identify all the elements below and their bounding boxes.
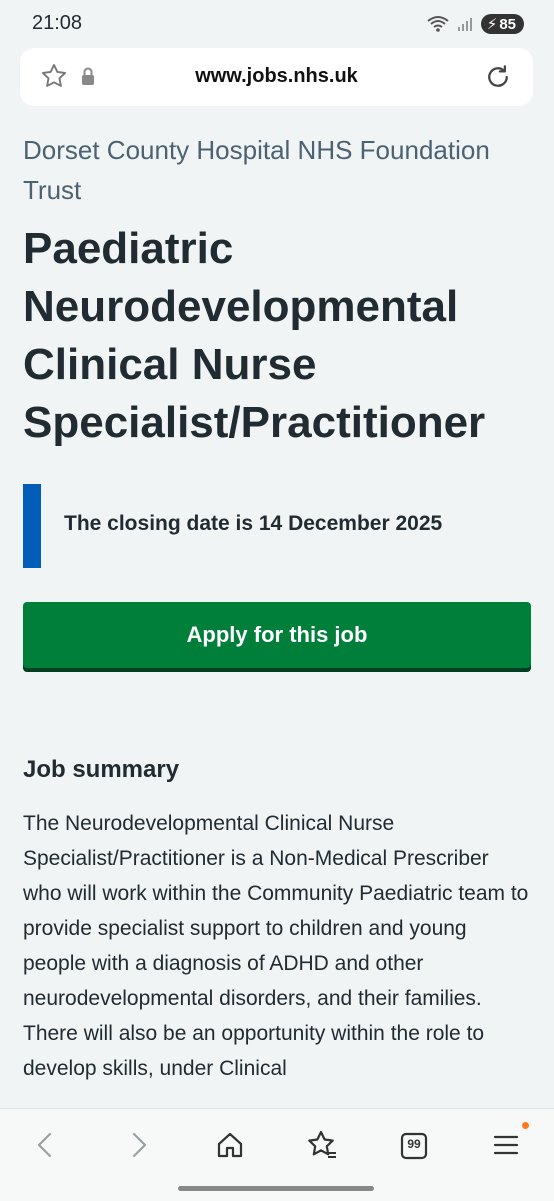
organisation-name: Dorset County Hospital NHS Foundation Tr… (23, 135, 490, 205)
closing-date-text: The closing date is 14 December 2025 (64, 512, 443, 535)
job-summary-heading: Job summary (23, 756, 180, 783)
tabs-count: 99 (407, 1137, 421, 1151)
apply-button[interactable]: Apply for this job (23, 602, 531, 668)
url-text[interactable]: www.jobs.nhs.uk (20, 65, 533, 88)
address-bar[interactable]: www.jobs.nhs.uk (20, 48, 533, 106)
job-content: Dorset County Hospital NHS Foundation Tr… (23, 108, 531, 1086)
bookmarks-star-icon[interactable] (306, 1129, 338, 1161)
home-indicator (178, 1186, 374, 1191)
status-icons: ⚡ 85 (427, 14, 524, 34)
back-icon[interactable] (30, 1129, 62, 1161)
menu-icon[interactable] (490, 1129, 522, 1161)
tabs-button[interactable]: 99 (398, 1129, 430, 1161)
inset-accent-bar (23, 484, 41, 568)
home-icon[interactable] (214, 1129, 246, 1161)
notification-dot (522, 1122, 529, 1129)
status-time: 21:08 (32, 12, 83, 34)
charging-icon: ⚡ (486, 16, 498, 33)
battery-level: 85 (499, 15, 516, 33)
job-summary-text: The Neurodevelopmental Clinical Nurse Sp… (23, 812, 529, 1080)
wifi-icon (427, 16, 449, 32)
status-bar: 21:08 ⚡ 85 (0, 0, 554, 50)
job-title: Paediatric Neurodevelopmental Clinical N… (23, 224, 486, 447)
reload-icon[interactable] (483, 62, 513, 92)
closing-date-inset: The closing date is 14 December 2025 (23, 484, 531, 568)
signal-icon (457, 18, 472, 31)
forward-icon[interactable] (122, 1129, 154, 1161)
battery-indicator: ⚡ 85 (480, 14, 524, 34)
